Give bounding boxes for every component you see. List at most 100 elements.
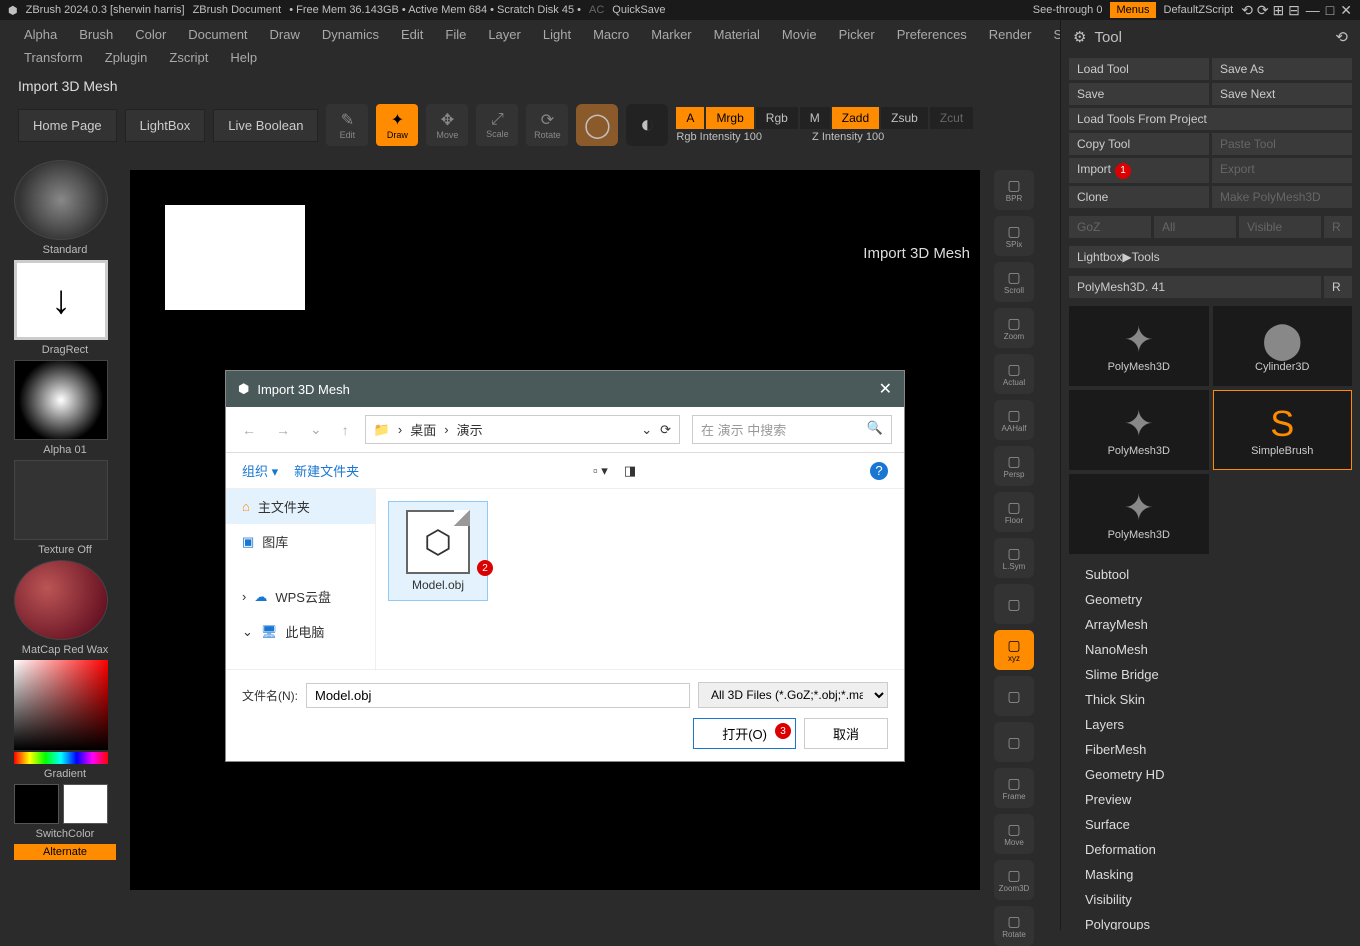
quicksave-button[interactable]: QuickSave [612, 4, 665, 16]
new-folder-button[interactable]: 新建文件夹 [294, 461, 359, 480]
vtool-rotate[interactable]: ▢Rotate [994, 906, 1034, 946]
vtool-scroll[interactable]: ▢Scroll [994, 262, 1034, 302]
menu-color[interactable]: Color [125, 24, 176, 45]
current-tool-label[interactable]: PolyMesh3D. 41 [1069, 276, 1321, 298]
load-tool-button[interactable]: Load Tool [1069, 58, 1209, 80]
minimize-icon[interactable]: — [1306, 2, 1320, 19]
section-nanomesh[interactable]: NanoMesh [1061, 637, 1360, 662]
vtool-aahalf[interactable]: ▢AAHalf [994, 400, 1034, 440]
zscript-label[interactable]: DefaultZScript [1164, 4, 1234, 16]
menu-movie[interactable]: Movie [772, 24, 827, 45]
menu-layer[interactable]: Layer [478, 24, 531, 45]
filename-input[interactable] [306, 683, 690, 708]
swatch-black[interactable] [14, 784, 59, 824]
dialog-titlebar[interactable]: ⬢ Import 3D Mesh ✕ [226, 371, 904, 407]
sidebar-wps[interactable]: ›☁WPS云盘 [226, 579, 375, 614]
mrgb-button[interactable]: Mrgb [706, 107, 753, 129]
open-button[interactable]: 打开(O)3 [693, 718, 796, 749]
tool-thumb-polymesh2[interactable]: ✦PolyMesh3D [1069, 390, 1209, 470]
section-deformation[interactable]: Deformation [1061, 837, 1360, 862]
vtool-frame[interactable]: ▢Frame [994, 768, 1034, 808]
zadd-button[interactable]: Zadd [832, 107, 879, 129]
gear-icon[interactable]: ⚙ [1073, 28, 1086, 46]
tool-thumb-simplebrush[interactable]: SSimpleBrush [1213, 390, 1353, 470]
section-fibermesh[interactable]: FiberMesh [1061, 737, 1360, 762]
close-icon[interactable]: ✕ [1340, 2, 1352, 19]
vtool-item-12[interactable]: ▢ [994, 722, 1034, 762]
path-dropdown-icon[interactable]: ⌄ [641, 422, 652, 438]
menu-render[interactable]: Render [979, 24, 1042, 45]
nav-dropdown-icon[interactable]: ⌄ [306, 417, 326, 442]
section-geometry-hd[interactable]: Geometry HD [1061, 762, 1360, 787]
sidebar-home[interactable]: ⌂主文件夹 [226, 489, 375, 524]
section-masking[interactable]: Masking [1061, 862, 1360, 887]
hue-slider[interactable] [14, 752, 108, 764]
menu-material[interactable]: Material [704, 24, 770, 45]
switchcolor-button[interactable]: SwitchColor [14, 826, 116, 842]
vtool-item-9[interactable]: ▢ [994, 584, 1034, 624]
vtool-actual[interactable]: ▢Actual [994, 354, 1034, 394]
collapse-icon[interactable]: ⟲ [1335, 28, 1348, 46]
zsub-button[interactable]: Zsub [881, 107, 928, 129]
brush-thumbnail[interactable] [14, 160, 108, 240]
vtool-item-11[interactable]: ▢ [994, 676, 1034, 716]
file-list[interactable]: ⬡ Model.obj 2 [376, 489, 904, 669]
nav-forward-icon[interactable]: → [272, 418, 294, 442]
menu-transform[interactable]: Transform [14, 47, 93, 68]
make-polymesh-button[interactable]: Make PolyMesh3D [1212, 186, 1352, 208]
paste-tool-button[interactable]: Paste Tool [1212, 133, 1352, 155]
vtool-move[interactable]: ▢Move [994, 814, 1034, 854]
section-preview[interactable]: Preview [1061, 787, 1360, 812]
swatch-white[interactable] [63, 784, 108, 824]
menu-alpha[interactable]: Alpha [14, 24, 67, 45]
path-seg-1[interactable]: 桌面 [410, 420, 436, 439]
export-button[interactable]: Export [1212, 158, 1352, 183]
move-mode-button[interactable]: ✥Move [426, 104, 468, 146]
view-mode-icon[interactable]: ▫ ▾ [593, 463, 608, 479]
filetype-filter[interactable]: All 3D Files (*.GoZ;*.obj;*.ma; [698, 682, 888, 708]
vtool-spix[interactable]: ▢SPix [994, 216, 1034, 256]
section-slime-bridge[interactable]: Slime Bridge [1061, 662, 1360, 687]
dialog-close-icon[interactable]: ✕ [879, 379, 892, 399]
tool-thumb-polymesh[interactable]: ✦PolyMesh3D [1069, 306, 1209, 386]
copy-tool-button[interactable]: Copy Tool [1069, 133, 1209, 155]
menu-zplugin[interactable]: Zplugin [95, 47, 158, 68]
scale-mode-button[interactable]: ⤢Scale [476, 104, 518, 146]
preview-pane-icon[interactable]: ◨ [624, 463, 636, 479]
search-input[interactable]: 在 演示 中搜索 🔍 [692, 415, 892, 444]
edit-mode-button[interactable]: ✎Edit [326, 104, 368, 146]
goz-all-button[interactable]: All [1154, 216, 1236, 238]
import-button[interactable]: Import1 [1069, 158, 1209, 183]
maximize-icon[interactable]: □ [1326, 2, 1334, 19]
menu-picker[interactable]: Picker [829, 24, 885, 45]
save-next-button[interactable]: Save Next [1212, 83, 1352, 105]
menu-zscript[interactable]: Zscript [159, 47, 218, 68]
zcut-button[interactable]: Zcut [930, 107, 973, 129]
tool-thumb-polymesh3[interactable]: ✦PolyMesh3D [1069, 474, 1209, 554]
refresh-icon[interactable]: ⟳ [660, 422, 671, 438]
save-as-button[interactable]: Save As [1212, 58, 1352, 80]
clone-button[interactable]: Clone [1069, 186, 1209, 208]
lightbox-tools-button[interactable]: Lightbox▶Tools [1069, 246, 1352, 268]
menu-macro[interactable]: Macro [583, 24, 639, 45]
menu-file[interactable]: File [435, 24, 476, 45]
section-polygroups[interactable]: Polygroups [1061, 912, 1360, 931]
menu-help[interactable]: Help [220, 47, 267, 68]
cancel-button[interactable]: 取消 [804, 718, 888, 749]
vtool-floor[interactable]: ▢Floor [994, 492, 1034, 532]
a-button[interactable]: A [676, 107, 704, 129]
section-thick-skin[interactable]: Thick Skin [1061, 687, 1360, 712]
path-breadcrumb[interactable]: 📁 › 桌面 › 演示 ⌄ ⟳ [365, 415, 680, 444]
vtool-zoom[interactable]: ▢Zoom [994, 308, 1034, 348]
section-surface[interactable]: Surface [1061, 812, 1360, 837]
lightbox-button[interactable]: LightBox [125, 109, 206, 142]
dynamic-button[interactable]: ◐ [626, 104, 668, 146]
vtool-l.sym[interactable]: ▢L.Sym [994, 538, 1034, 578]
section-subtool[interactable]: Subtool [1061, 562, 1360, 587]
section-visibility[interactable]: Visibility [1061, 887, 1360, 912]
menu-brush[interactable]: Brush [69, 24, 123, 45]
goz-button[interactable]: GoZ [1069, 216, 1151, 238]
nav-back-icon[interactable]: ← [238, 418, 260, 442]
help-icon[interactable]: ? [870, 462, 888, 480]
menu-dynamics[interactable]: Dynamics [312, 24, 389, 45]
